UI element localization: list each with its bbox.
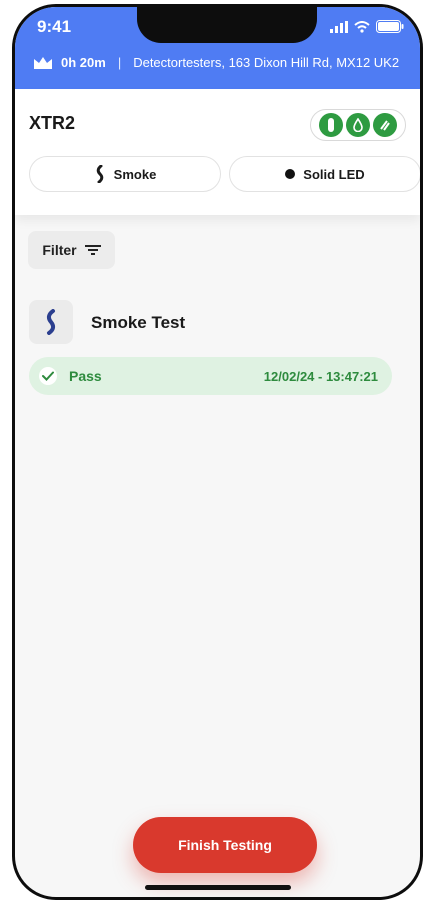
filter-label: Filter: [42, 242, 77, 258]
result-status: Pass: [69, 368, 102, 384]
phone-frame: 9:41 0h 20m | Detectortesters, 163 Dixon…: [12, 4, 423, 900]
test-result-row[interactable]: Pass 12/02/24 - 13:47:21: [29, 357, 392, 395]
smoke-status-icon: [373, 113, 397, 137]
wifi-icon: [354, 20, 370, 33]
divider: |: [117, 55, 122, 70]
device-name: XTR2: [29, 113, 76, 133]
device-header: XTR2 Smoke Solid LED: [15, 89, 420, 215]
signal-icon: [330, 20, 348, 33]
device-status-indicators[interactable]: [310, 109, 406, 141]
smoke-icon: [96, 165, 103, 183]
smoke-chip[interactable]: Smoke: [29, 156, 221, 192]
smoke-icon: [46, 309, 56, 335]
battery-status-icon: [319, 113, 343, 137]
finish-testing-button[interactable]: Finish Testing: [133, 817, 317, 873]
drop-status-icon: [346, 113, 370, 137]
system-icons: [330, 20, 404, 33]
filter-icon: [84, 245, 101, 255]
status-bar: 9:41 0h 20m | Detectortesters, 163 Dixon…: [15, 7, 420, 89]
job-info-bar: 0h 20m | Detectortesters, 163 Dixon Hill…: [33, 55, 399, 70]
battery-icon: [376, 20, 404, 33]
check-icon: [39, 367, 57, 385]
test-title: Smoke Test: [91, 313, 186, 332]
site-address: Detectortesters, 163 Dixon Hill Rd, MX12…: [133, 55, 400, 70]
smoke-test-icon-box: [29, 300, 73, 344]
solid-led-chip-label: Solid LED: [303, 166, 365, 182]
home-indicator: [145, 885, 291, 890]
result-timestamp: 12/02/24 - 13:47:21: [263, 368, 378, 384]
filter-button[interactable]: Filter: [28, 231, 115, 269]
dot-icon: [285, 169, 296, 179]
smoke-chip-label: Smoke: [113, 166, 157, 182]
crown-icon: [34, 56, 52, 69]
solid-led-chip[interactable]: Solid LED: [229, 156, 420, 192]
notch: [137, 7, 317, 43]
elapsed-time: 0h 20m: [61, 55, 106, 70]
clock: 9:41: [37, 17, 72, 36]
